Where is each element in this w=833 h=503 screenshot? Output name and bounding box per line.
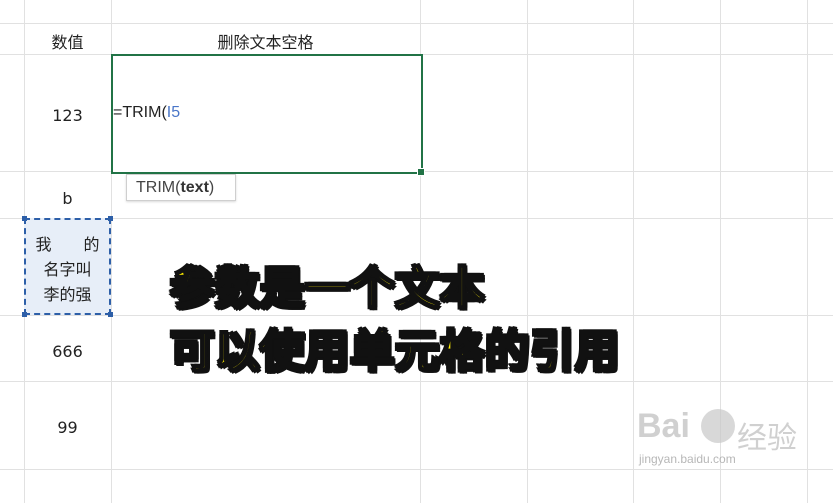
column-header-value[interactable]: 数值 — [24, 27, 111, 54]
column-header-trim[interactable]: 删除文本空格 — [111, 27, 420, 54]
baidu-jingyan-watermark: Bai 经验 jingyan.baidu.com — [637, 407, 797, 477]
reference-corner-handle[interactable] — [22, 216, 27, 221]
formula-reference: I5 — [166, 104, 181, 121]
paw-icon — [701, 409, 735, 443]
value-cell-4[interactable]: 666 — [24, 336, 111, 366]
watermark-url: jingyan.baidu.com — [639, 452, 736, 466]
tooltip-function-name: TRIM( — [136, 178, 181, 196]
referenced-cell-line: 名字叫 — [43, 260, 92, 279]
fill-handle[interactable] — [417, 168, 425, 176]
watermark-logo: Bai — [637, 407, 690, 445]
reference-corner-handle[interactable] — [22, 312, 27, 317]
referenced-cell-text: 我 的 名字叫 李的强 — [24, 232, 111, 307]
column-divider — [527, 0, 528, 503]
tooltip-suffix: ) — [208, 178, 215, 196]
column-divider — [807, 0, 808, 503]
function-tooltip[interactable]: TRIM(text) — [126, 174, 236, 201]
tooltip-argument[interactable]: text — [180, 179, 208, 197]
row-divider — [0, 218, 833, 219]
value-cell-1[interactable]: 123 — [24, 100, 111, 130]
row-divider — [0, 381, 833, 382]
watermark-text: 经验 — [737, 421, 797, 456]
column-divider — [633, 0, 634, 503]
caption-line-2: 可以使用单元格的引用 — [169, 325, 620, 378]
value-cell-5[interactable]: 99 — [24, 412, 111, 442]
row-divider — [0, 23, 833, 24]
formula-prefix: =TRIM( — [113, 104, 167, 121]
value-cell-2[interactable]: b — [24, 183, 111, 213]
reference-corner-handle[interactable] — [108, 216, 113, 221]
reference-corner-handle[interactable] — [108, 312, 113, 317]
referenced-cell-line: 李的强 — [43, 285, 92, 304]
formula-text[interactable]: =TRIM(I5 — [113, 104, 180, 122]
referenced-cell-line: 我 的 — [35, 235, 100, 254]
caption-line-1: 参数是一个文本 — [169, 262, 485, 315]
